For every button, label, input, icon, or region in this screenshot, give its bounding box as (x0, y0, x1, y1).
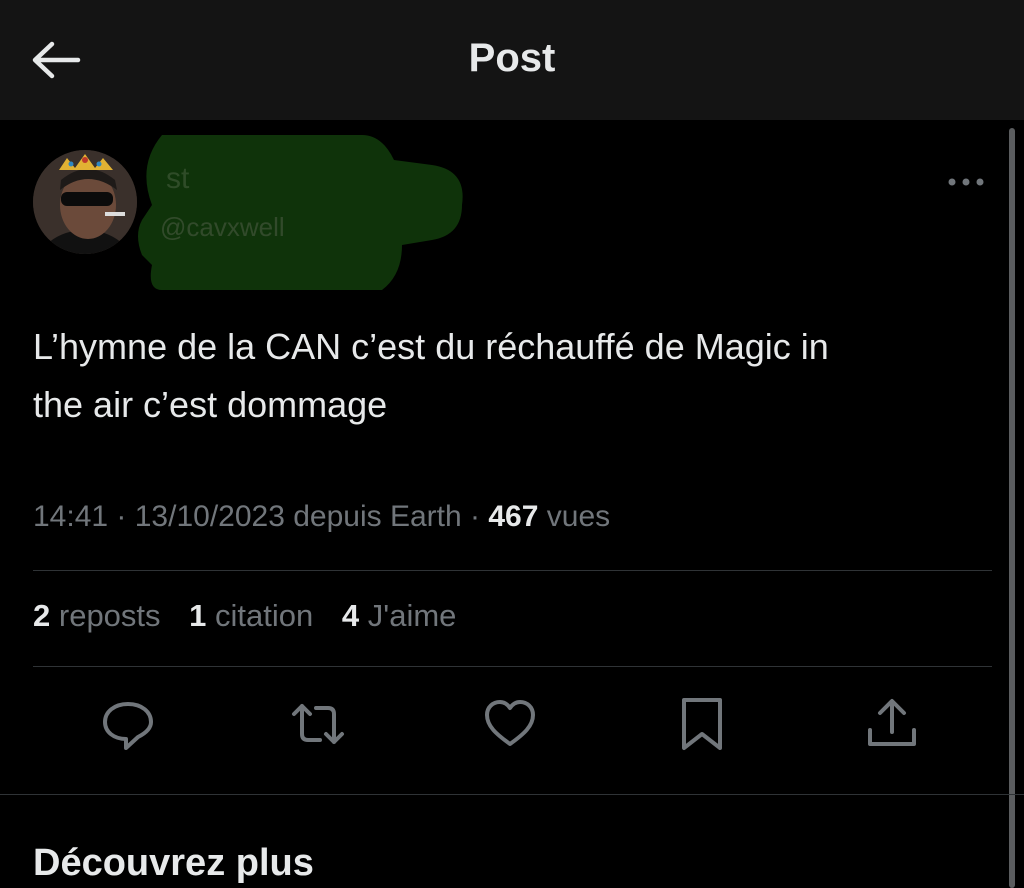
page-title: Post (468, 36, 556, 80)
post-source: depuis Earth (293, 500, 462, 533)
post-text-line: L’hymne de la CAN c’est du réchauffé de … (33, 326, 829, 367)
divider (33, 570, 992, 571)
post-text: L’hymne de la CAN c’est du réchauffé de … (33, 318, 973, 434)
reposts-stat[interactable]: 2 reposts (33, 598, 161, 633)
author-handle[interactable]: @cavxwell (160, 212, 285, 243)
bookmark-icon[interactable] (674, 696, 730, 752)
avatar-image (33, 150, 137, 254)
like-icon[interactable] (482, 696, 538, 752)
divider (33, 666, 992, 667)
more-options-icon[interactable] (944, 172, 988, 192)
likes-stat[interactable]: 4 J'aime (342, 598, 457, 633)
top-bar: Post (0, 0, 1024, 120)
share-icon[interactable] (864, 696, 920, 752)
repost-icon[interactable] (290, 696, 346, 752)
post-metadata: 14:41 · 13/10/2023 depuis Earth · 467 vu… (33, 500, 611, 533)
author-display-name[interactable]: st (166, 162, 189, 196)
avatar[interactable] (33, 150, 137, 254)
post-text-line: the air c’est dommage (33, 384, 388, 425)
section-title-discover: Découvrez plus (33, 842, 314, 884)
redaction-scribble (138, 135, 463, 290)
divider (0, 794, 1024, 795)
engagement-stats: 2 reposts 1 citation 4 J'aime (33, 598, 476, 634)
reply-icon[interactable] (100, 696, 156, 752)
scrollbar[interactable] (1009, 128, 1015, 888)
views-label: vues (546, 500, 611, 533)
post-time[interactable]: 14:41 (33, 500, 108, 533)
views-count: 467 (488, 500, 539, 533)
quotes-stat[interactable]: 1 citation (189, 598, 313, 633)
post-date[interactable]: 13/10/2023 (135, 500, 285, 533)
